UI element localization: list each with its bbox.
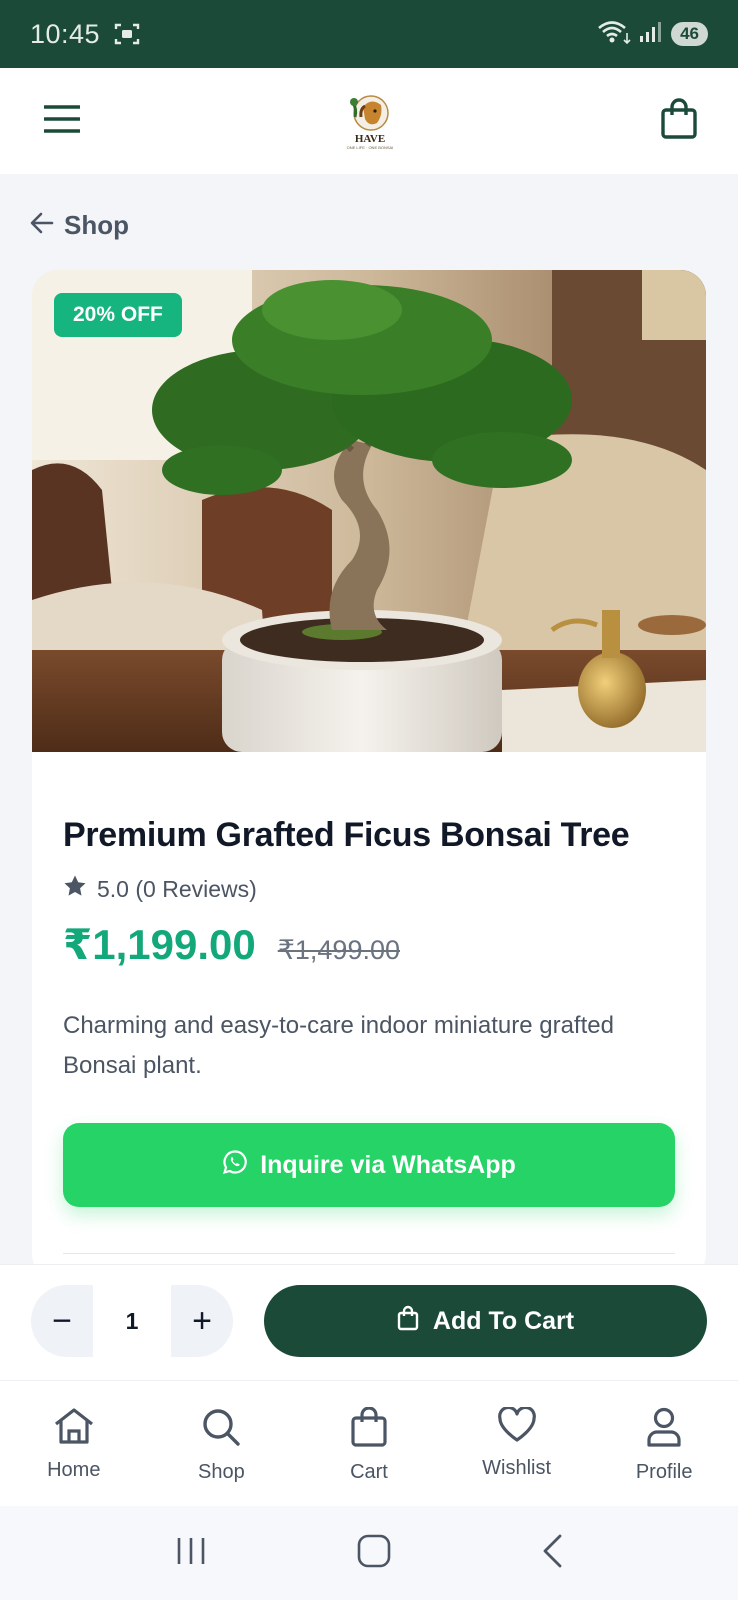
arrow-left-icon [30, 210, 54, 241]
inquire-whatsapp-button[interactable]: Inquire via WhatsApp [63, 1123, 675, 1207]
heart-icon [497, 1405, 537, 1449]
home-icon [53, 1407, 95, 1451]
product-image[interactable] [32, 270, 706, 752]
discount-badge: 20% OFF [54, 293, 182, 337]
original-price: ₹1,499.00 [277, 935, 400, 965]
status-time: 10:45 [30, 18, 101, 49]
menu-icon[interactable] [43, 104, 81, 139]
shopping-bag-icon[interactable] [660, 97, 698, 145]
nav-item-shop[interactable]: Shop [148, 1381, 296, 1506]
whatsapp-button-label: Inquire via WhatsApp [260, 1150, 516, 1179]
dog-logo-icon [350, 94, 389, 131]
product-card: 20% OFF Premium Grafted Ficus Bonsai Tre… [32, 270, 706, 1280]
signal-icon [639, 21, 663, 48]
back-icon[interactable] [541, 1534, 563, 1573]
card-divider [63, 1253, 675, 1254]
nav-label-wishlist: Wishlist [482, 1457, 552, 1479]
cart-action-bar: − 1 + Add To Cart [0, 1264, 738, 1380]
star-icon [63, 874, 87, 904]
price-row: ₹1,199.00 ₹1,499.00 [63, 920, 400, 969]
add-to-cart-button[interactable]: Add To Cart [264, 1285, 707, 1357]
nav-label-cart: Cart [350, 1461, 388, 1483]
rating-row[interactable]: 5.0 (0 Reviews) [63, 874, 257, 904]
user-icon [646, 1407, 682, 1453]
bottom-navigation: Home Shop Cart Wishlist Profile [0, 1380, 738, 1506]
back-to-shop-link[interactable]: Shop [30, 210, 129, 241]
back-link-label: Shop [64, 210, 129, 240]
logo-text: HAVE [354, 132, 386, 145]
nav-label-profile: Profile [635, 1461, 693, 1483]
product-title: Premium Grafted Ficus Bonsai Tree [63, 816, 630, 854]
logo-subtext: ONE LIFE · ONE BONSAI [346, 144, 394, 150]
quantity-stepper: − 1 + [31, 1285, 233, 1357]
status-bar: 10:45 46 [0, 0, 738, 68]
decrease-quantity-button[interactable]: − [31, 1285, 93, 1357]
bag-icon [351, 1406, 387, 1453]
nav-item-profile[interactable]: Profile [590, 1381, 738, 1506]
rating-text: 5.0 (0 Reviews) [97, 875, 257, 902]
increase-quantity-button[interactable]: + [171, 1285, 233, 1357]
product-description: Charming and easy-to-care indoor miniatu… [63, 1012, 614, 1079]
system-navigation-bar [0, 1506, 738, 1600]
quantity-value[interactable]: 1 [93, 1285, 171, 1357]
nav-label-home: Home [47, 1459, 101, 1481]
nav-item-cart[interactable]: Cart [295, 1381, 443, 1506]
battery-indicator: 46 [671, 22, 708, 46]
nav-item-wishlist[interactable]: Wishlist [443, 1381, 591, 1506]
bag-icon [397, 1305, 419, 1338]
wifi-icon [597, 19, 631, 50]
nav-label-shop: Shop [198, 1461, 245, 1483]
nav-item-home[interactable]: Home [0, 1381, 148, 1506]
app-header: HAVE ONE LIFE · ONE BONSAI [0, 68, 738, 174]
add-to-cart-label: Add To Cart [432, 1306, 575, 1335]
search-icon [201, 1407, 241, 1453]
current-price: ₹1,199.00 [63, 921, 256, 968]
home-button-icon[interactable] [357, 1534, 391, 1573]
brand-logo[interactable]: HAVE ONE LIFE · ONE BONSAI [345, 93, 395, 150]
whatsapp-icon [222, 1149, 248, 1182]
screen-record-icon [114, 22, 140, 46]
recent-apps-icon[interactable] [175, 1536, 207, 1571]
